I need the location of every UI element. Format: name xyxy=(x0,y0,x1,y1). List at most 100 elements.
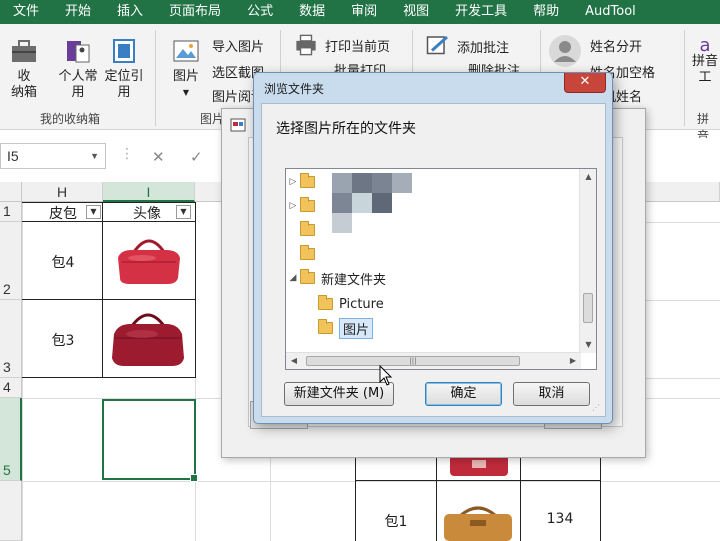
tab-file[interactable]: 文件 xyxy=(0,0,52,24)
dialog-body: 选择图片所在的文件夹 ▷ ▷ ◢ 新建文件夹 Picture 图片 ▲ ▼ ◀ … xyxy=(261,103,606,417)
personal-icon xyxy=(67,41,90,63)
browse-folder-dialog: 浏览文件夹 ✕ 选择图片所在的文件夹 ▷ ▷ ◢ 新建文件夹 Picture 图… xyxy=(253,72,613,424)
tree-item[interactable] xyxy=(286,219,321,241)
tab-page-layout[interactable]: 页面布局 xyxy=(156,0,234,24)
cancel-entry-icon[interactable]: ✕ xyxy=(152,148,165,166)
add-comment-button[interactable]: 添加批注 xyxy=(424,34,509,58)
confirm-entry-icon[interactable]: ✓ xyxy=(190,148,203,166)
dialog-title: 浏览文件夹 xyxy=(264,82,325,96)
locate-ref-button[interactable]: 定位引 用 xyxy=(103,36,145,101)
pinyin-button[interactable]: a 拼音 工 xyxy=(692,37,718,86)
tree-item[interactable]: ▷ xyxy=(286,171,321,193)
avatar-icon xyxy=(549,35,581,67)
tab-home[interactable]: 开始 xyxy=(52,0,104,24)
column-header-i[interactable]: I xyxy=(103,182,195,202)
pixelated-region xyxy=(352,173,372,193)
table-border xyxy=(22,299,195,300)
tree-item-pictures-selected[interactable]: 图片 xyxy=(304,317,374,339)
group-label-toolbox: 我的收纳箱 xyxy=(40,112,101,126)
folder-icon xyxy=(318,319,333,334)
split-name-label: 姓名分开 xyxy=(590,40,643,55)
cell-h3[interactable]: 包3 xyxy=(40,330,86,350)
close-button[interactable]: ✕ xyxy=(564,73,606,93)
scroll-down-icon[interactable]: ▼ xyxy=(580,337,596,353)
ribbon-tab-bar: 文件 开始 插入 页面布局 公式 数据 审阅 视图 开发工具 帮助 AudToo… xyxy=(0,0,720,24)
horizontal-scrollbar[interactable]: ◀ ||| ▶ xyxy=(286,352,581,369)
table-border xyxy=(520,450,521,541)
new-folder-button[interactable]: 新建文件夹 (M) xyxy=(284,382,394,406)
drag-handle-icon[interactable]: ⋮ xyxy=(120,146,134,162)
cell-bag1-value[interactable]: 134 xyxy=(536,511,584,527)
filter-sort-icon[interactable]: ▼ xyxy=(86,205,101,219)
tab-developer[interactable]: 开发工具 xyxy=(442,0,520,24)
gridline xyxy=(22,202,23,541)
picture-label: 图片 xyxy=(172,69,199,84)
select-all-corner[interactable] xyxy=(0,182,22,202)
tab-data[interactable]: 数据 xyxy=(286,0,338,24)
cell-bag1-label[interactable]: 包1 xyxy=(372,511,420,531)
tab-help[interactable]: 帮助 xyxy=(520,0,572,24)
column-header-h[interactable]: H xyxy=(22,182,103,202)
collapse-arrow-icon[interactable]: ◢ xyxy=(286,273,300,283)
tab-view[interactable]: 视图 xyxy=(390,0,442,24)
vertical-scrollbar[interactable]: ▲ ▼ xyxy=(579,169,596,353)
filter-dropdown-icon[interactable]: ▼ xyxy=(176,205,191,219)
tan-bag-image xyxy=(444,506,512,541)
personal-button[interactable]: 个人常 用 xyxy=(56,36,100,101)
tab-review[interactable]: 审阅 xyxy=(338,0,390,24)
toolbox-button[interactable]: 收 纳箱 xyxy=(6,36,42,101)
import-picture-label: 导入图片 xyxy=(212,40,265,55)
row-header-5[interactable]: 5 xyxy=(0,398,22,481)
row-header-1[interactable]: 1 xyxy=(0,202,22,222)
resize-grip-icon[interactable]: ⋰ xyxy=(592,403,602,413)
row-header-2[interactable]: 2 xyxy=(0,222,22,300)
row-header-3[interactable]: 3 xyxy=(0,300,22,378)
toolbox-icon xyxy=(12,40,36,62)
tab-formulas[interactable]: 公式 xyxy=(234,0,286,24)
table-border xyxy=(600,450,601,541)
scroll-up-icon[interactable]: ▲ xyxy=(580,169,596,185)
cancel-button[interactable]: 取消 xyxy=(513,382,590,406)
scroll-thumb[interactable]: ||| xyxy=(306,356,520,366)
scroll-thumb[interactable] xyxy=(583,293,593,323)
ribbon-separator xyxy=(684,30,685,126)
tab-insert[interactable]: 插入 xyxy=(104,0,156,24)
name-box[interactable]: I5 ▼ xyxy=(0,143,106,169)
scroll-right-icon[interactable]: ▶ xyxy=(565,353,581,369)
dialog-prompt: 选择图片所在的文件夹 xyxy=(276,121,416,137)
tree-item[interactable] xyxy=(286,243,321,265)
cell-h1[interactable]: 皮包 xyxy=(40,203,86,223)
scroll-left-icon[interactable]: ◀ xyxy=(286,353,302,369)
table-border xyxy=(436,450,437,541)
ribbon-separator xyxy=(155,30,156,126)
ok-button[interactable]: 确定 xyxy=(425,382,502,406)
add-comment-label: 添加批注 xyxy=(457,40,510,56)
tree-item-new-folder[interactable]: ◢ 新建文件夹 xyxy=(286,267,386,289)
pixelated-region xyxy=(332,213,352,233)
tab-audtool[interactable]: AudTool xyxy=(572,0,649,24)
expand-arrow-icon[interactable]: ▷ xyxy=(286,201,300,211)
red-handbag-image xyxy=(118,239,180,284)
folder-icon xyxy=(300,197,315,212)
expand-arrow-icon[interactable]: ▷ xyxy=(286,177,300,187)
cell-i1[interactable]: 头像 xyxy=(124,203,170,223)
tree-item[interactable]: ▷ xyxy=(286,195,321,217)
pixelated-region xyxy=(332,193,352,213)
print-current-button[interactable]: 打印当前页 xyxy=(292,34,390,56)
pixelated-region xyxy=(372,193,392,213)
pixelated-region xyxy=(392,173,412,193)
tree-item-picture[interactable]: Picture xyxy=(304,293,384,315)
table-border xyxy=(22,377,195,378)
locate-ref-label: 定位引 用 xyxy=(104,69,144,100)
cell-h2[interactable]: 包4 xyxy=(40,252,86,272)
folder-tree[interactable]: ▷ ▷ ◢ 新建文件夹 Picture 图片 ▲ ▼ ◀ ||| ▶ xyxy=(285,168,597,370)
split-name-button[interactable]: 姓名分开 xyxy=(590,36,642,55)
row-header[interactable] xyxy=(0,481,22,541)
chevron-down-icon[interactable]: ▼ xyxy=(90,144,99,168)
table-border xyxy=(355,450,356,541)
row-header-4[interactable]: 4 xyxy=(0,378,22,398)
import-picture-button[interactable]: 导入图片 xyxy=(212,36,264,55)
picture-button[interactable]: 图片 ▼ xyxy=(168,36,204,101)
active-cell-i5[interactable] xyxy=(102,399,198,482)
burgundy-handbag-image xyxy=(112,313,184,366)
